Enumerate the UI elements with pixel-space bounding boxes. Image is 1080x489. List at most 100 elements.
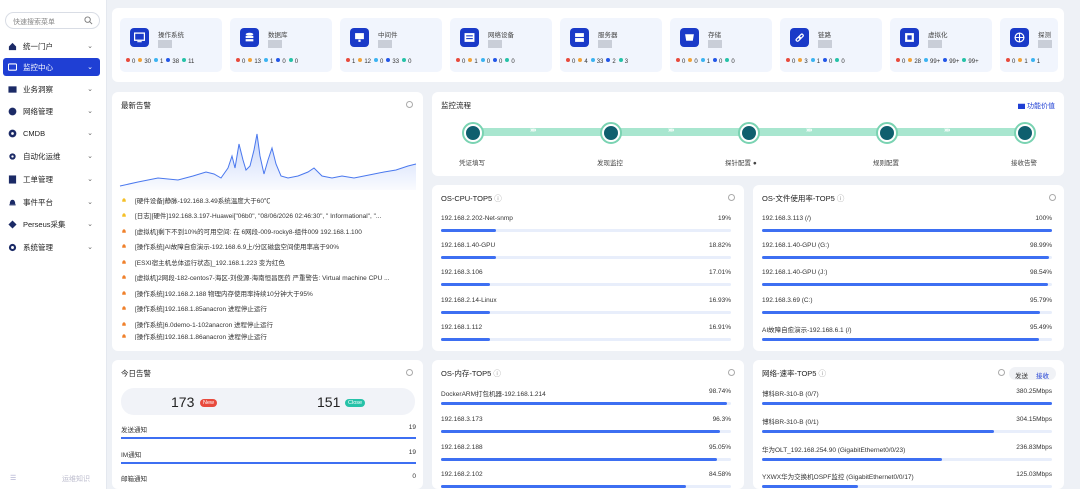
panel-title: 最新告警 xyxy=(121,101,151,110)
latest-alerts-panel: 最新告警 [硬件设备]静脉-192.168.3.49系统温度大于60℃ [日志]… xyxy=(112,92,423,351)
status-count: 33 xyxy=(590,58,603,65)
category-card-storage[interactable]: 存储 00100 xyxy=(670,18,772,72)
status-dot xyxy=(166,58,171,62)
flow-step-discover[interactable] xyxy=(600,122,622,144)
category-card-probe[interactable]: 探测 011 xyxy=(1000,18,1058,72)
category-card-server[interactable]: 服务器 0 4 33 2 3 xyxy=(560,18,662,72)
alert-list: [硬件设备]静脉-192.168.3.49系统温度大于60℃ [日志][硬件]1… xyxy=(121,192,421,340)
rate-bar xyxy=(762,402,1052,405)
usage-bar xyxy=(762,311,1040,314)
new-alert-count[interactable]: 173 xyxy=(171,394,194,410)
sidebar-item-cmdb[interactable]: CMDB ⌄ xyxy=(3,124,100,142)
settings-icon xyxy=(8,243,17,252)
alert-item[interactable]: [ESXI宿主机总体运行状态]_192.168.1.223 变为红色 xyxy=(121,254,421,270)
category-strip: 操作系统 0 30 1 38 11 数据库 0 13 1 0 0 中间件 1 12 0 33 0 网络设… xyxy=(112,8,1064,82)
status-dot xyxy=(566,58,570,62)
alert-item[interactable]: [操作系统]192.168.1.86anacron 进程停止运行 xyxy=(121,332,421,340)
cpu-top5-panel: OS-CPU-TOP5 ⓘ 192.168.2.202-Net-snmp 19% … xyxy=(432,185,744,351)
sidebar-item-portal[interactable]: 统一门户 ⌄ xyxy=(3,37,100,55)
flow-step-receive[interactable] xyxy=(1014,122,1036,144)
status-dot xyxy=(236,58,240,62)
category-card-network-device[interactable]: 网络设备 01000 xyxy=(450,18,552,72)
rule-icon xyxy=(880,126,894,140)
refresh-icon[interactable] xyxy=(1049,194,1056,201)
status-dot xyxy=(924,58,929,62)
sidebar-item-system[interactable]: 系统管理 ⌄ xyxy=(3,238,100,256)
probe-config-icon xyxy=(742,126,756,140)
category-card-middleware[interactable]: 中间件 1 12 0 33 0 xyxy=(340,18,442,72)
alert-item[interactable]: [操作系统]192.168.2.188 物理内存使用率持续10分钟大于95% xyxy=(121,285,421,301)
receive-tab[interactable]: 接收 xyxy=(1036,370,1049,380)
refresh-icon[interactable] xyxy=(406,101,413,108)
refresh-icon[interactable] xyxy=(728,369,735,376)
status-dot xyxy=(578,58,583,62)
help-icon[interactable]: ● xyxy=(753,160,757,167)
alert-item[interactable]: [操作系统]6.0demo-1-102anacron 进程停止运行 xyxy=(121,316,421,332)
category-card-link[interactable]: 链路 03100 xyxy=(780,18,882,72)
feature-value-link[interactable]: ▆ 功能价值 xyxy=(1018,101,1055,111)
chevron-down-icon: ⌄ xyxy=(87,153,93,160)
status-count: 0 xyxy=(896,58,905,65)
info-icon[interactable]: ⓘ xyxy=(494,194,502,203)
collapse-menu-icon[interactable]: ☰ xyxy=(10,474,16,482)
info-icon[interactable]: ⓘ xyxy=(837,194,845,203)
flow-step-credential[interactable] xyxy=(462,122,484,144)
chevron-down-icon: ⌄ xyxy=(87,221,93,228)
status-count: 4 xyxy=(578,58,588,65)
status-count: 0 xyxy=(823,58,832,65)
rate-bar xyxy=(762,430,994,433)
category-name: 链路 xyxy=(818,32,831,39)
alert-item[interactable]: [操作系统]AI故障自愈演示-192.168.6.9上/分区磁盘空间使用率高于9… xyxy=(121,239,421,255)
refresh-icon[interactable] xyxy=(728,194,735,201)
status-counts: 1 12 0 33 0 xyxy=(346,58,414,65)
category-name: 中间件 xyxy=(378,32,398,39)
search-icon[interactable] xyxy=(84,16,93,25)
info-icon[interactable]: ⓘ xyxy=(819,369,827,378)
status-count: 0 xyxy=(480,58,490,65)
alert-item[interactable]: [虚拟机]2网段-182-centos7-海区-刘俊源-海南恒昌医药 严重警告:… xyxy=(121,270,421,286)
book-icon: ▆ xyxy=(1018,103,1026,110)
flow-arrows: ›››› xyxy=(668,127,674,134)
status-dot xyxy=(962,58,967,62)
status-count: 12 xyxy=(358,58,371,65)
sidebar-item-automation[interactable]: 自动化运维 ⌄ xyxy=(3,147,100,165)
info-icon[interactable]: ⓘ xyxy=(493,369,501,378)
status-dot xyxy=(505,58,510,62)
status-count: 0 xyxy=(505,58,515,65)
status-count: 0 xyxy=(276,58,286,65)
category-card-db[interactable]: 数据库 0 13 1 0 0 xyxy=(230,18,332,72)
today-count-box: 173 New 151 Close xyxy=(121,388,415,415)
sidebar-item-event[interactable]: 事件平台 ⌄ xyxy=(3,193,100,211)
sidebar-item-ticket[interactable]: 工单管理 ⌄ xyxy=(3,170,100,188)
closed-alert-count[interactable]: 151 xyxy=(317,394,340,410)
status-count: 1 xyxy=(700,58,710,65)
category-card-virtualization[interactable]: 虚拟化 0 28 99+ 99+ 99+ xyxy=(890,18,992,72)
menu-search-input[interactable]: 快速搜索菜单 xyxy=(5,12,100,29)
refresh-icon[interactable] xyxy=(998,369,1005,376)
sidebar-footer-link[interactable]: 运维知识 xyxy=(62,474,90,484)
panel-title: 监控流程 xyxy=(441,101,471,110)
status-count: 0 xyxy=(725,58,735,65)
flow-step-rule[interactable] xyxy=(876,122,898,144)
alert-item[interactable]: [硬件设备]静脉-192.168.3.49系统温度大于60℃ xyxy=(121,192,421,208)
usage-bar xyxy=(441,402,728,405)
status-dot xyxy=(264,58,269,62)
flow-step-probe[interactable] xyxy=(738,122,760,144)
flow-arrows: ›››› xyxy=(806,127,812,134)
sidebar-item-perseus[interactable]: Perseus采集 ⌄ xyxy=(3,215,100,233)
status-count: 1 xyxy=(264,58,273,65)
status-counts: 0 30 1 38 11 xyxy=(126,58,197,65)
send-tab[interactable]: 发送 xyxy=(1015,370,1028,380)
alert-item[interactable]: [虚拟机]剩下不到10%的可用空间: 在 6网段-009-rocky8-组件00… xyxy=(121,223,421,239)
probe-icon xyxy=(1010,28,1029,47)
sidebar-item-monitor[interactable]: 监控中心 ⌄ xyxy=(3,58,100,76)
sidebar-item-insight[interactable]: 业务洞察 ⌄ xyxy=(3,80,100,98)
category-card-os[interactable]: 操作系统 0 30 1 38 11 xyxy=(120,18,222,72)
refresh-icon[interactable] xyxy=(406,369,413,376)
gear-icon xyxy=(8,152,17,161)
alert-item[interactable]: [日志][硬件]192.168.3.197-Huawei["06b0", "08… xyxy=(121,208,421,224)
alert-item[interactable]: [操作系统]192.168.1.85anacron 进程停止运行 xyxy=(121,301,421,317)
sidebar-item-label: 自动化运维 xyxy=(23,151,61,161)
status-dot xyxy=(606,58,611,62)
sidebar-item-network[interactable]: 网络管理 ⌄ xyxy=(3,102,100,120)
